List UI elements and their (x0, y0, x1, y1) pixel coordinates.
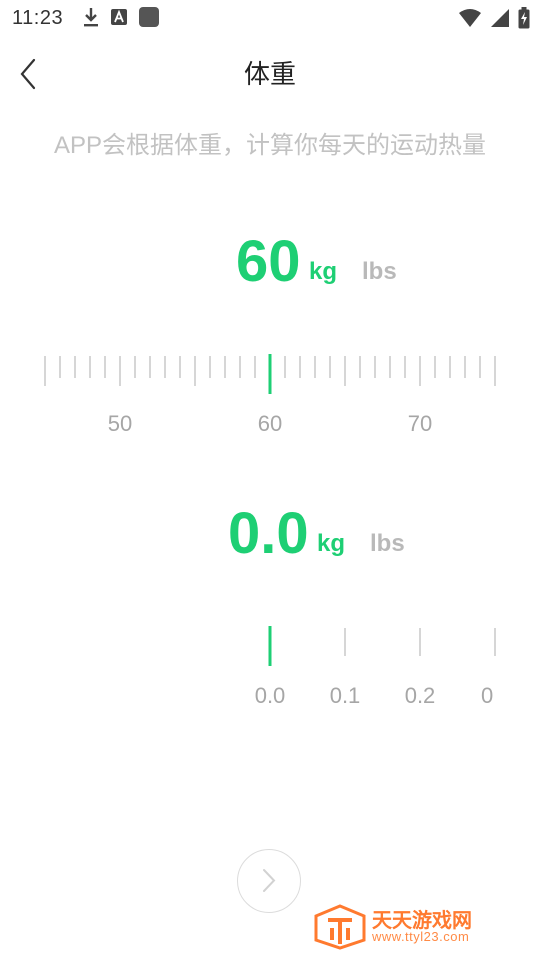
status-time: 11:23 (12, 7, 64, 29)
next-button[interactable] (237, 849, 301, 913)
watermark-logo-icon (314, 904, 366, 950)
unit-kg-toggle[interactable]: kg (309, 258, 337, 286)
ruler-tick-label: 60 (257, 411, 283, 436)
weight-value-row: 60 kg lbs (0, 228, 540, 298)
chevron-right-icon (263, 869, 276, 892)
status-icons-right (458, 7, 530, 29)
ruler-tick-label: 0.0 (254, 683, 286, 708)
page-title: 体重 (243, 59, 296, 89)
weight-value: 60 (236, 229, 301, 294)
decimal-unit-kg-toggle[interactable]: kg (317, 530, 345, 558)
download-icon (84, 8, 98, 27)
subtitle: APP会根据体重，计算你每天的运动热量 (53, 132, 487, 159)
decimal-value: 0.0 (228, 501, 309, 566)
watermark-url: www.ttyl23.com (372, 929, 470, 944)
watermark: 天天游戏网 www.ttyl23.com (314, 902, 514, 952)
status-bar: 11:23 (0, 0, 540, 36)
ruler-tick-label: 70 (407, 411, 433, 436)
ruler-tick-label: 0. (481, 683, 494, 708)
wifi-icon (459, 9, 481, 27)
weight-ruler[interactable] (40, 350, 500, 400)
ruler-tick-label: 50 (107, 411, 133, 436)
ruler-tick-label: 0.2 (404, 683, 436, 708)
ruler-tick-label: 0.1 (329, 683, 361, 708)
battery-charging-icon (518, 7, 530, 29)
unit-lbs-toggle[interactable]: lbs (362, 258, 397, 286)
signal-icon (491, 9, 509, 27)
app-square-icon (139, 7, 159, 27)
decimal-unit-lbs-toggle[interactable]: lbs (370, 530, 405, 558)
font-app-icon (111, 9, 127, 25)
decimal-value-row: 0.0 kg lbs (0, 500, 540, 570)
status-icons-left (82, 6, 160, 28)
decimal-ruler[interactable] (40, 622, 500, 672)
